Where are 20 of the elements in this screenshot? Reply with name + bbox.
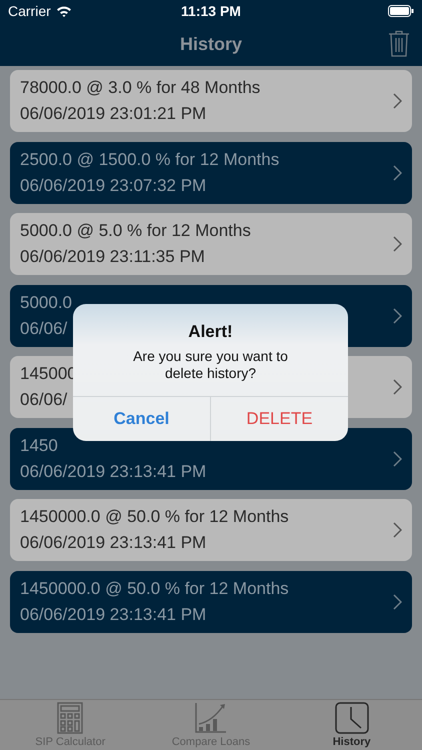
calculation-date: 06/06/2019 23:01:21 PM bbox=[20, 104, 206, 124]
calculation-date: 06/06/ bbox=[20, 318, 68, 338]
calculation-date: 06/06/2019 23:13:41 PM bbox=[20, 533, 206, 553]
calculation-summary: 78000.0 @ 3.0 % for 48 Months bbox=[20, 78, 260, 98]
calculation-summary: 1450 bbox=[20, 436, 58, 456]
calculation-date: 06/06/2019 23:13:41 PM bbox=[20, 604, 206, 624]
calculation-date: 06/06/2019 23:07:32 PM bbox=[20, 176, 206, 196]
screen-title: History bbox=[180, 34, 242, 54]
calculation-date: 06/06/2019 23:13:41 PM bbox=[20, 462, 206, 482]
calculation-summary: 2500.0 @ 1500.0 % for 12 Months bbox=[20, 150, 280, 170]
alert-title: Alert! bbox=[188, 322, 233, 342]
calculation-date: 06/06/ bbox=[20, 390, 68, 410]
calculation-summary: 5000.0 bbox=[20, 292, 72, 312]
calculation-summary: 1450000.0 @ 50.0 % for 12 Months bbox=[20, 578, 289, 598]
calculation-summary: 5000.0 @ 5.0 % for 12 Months bbox=[20, 221, 251, 241]
carrier-label: Carrier bbox=[8, 3, 51, 19]
clock-time: 11:13 PM bbox=[181, 3, 241, 19]
alert-message: Are you sure you want to delete history? bbox=[132, 348, 289, 382]
calculation-summary: 1450000.0 @ 50.0 % for 12 Months bbox=[20, 507, 289, 527]
calculation-date: 06/06/2019 23:11:35 PM bbox=[20, 247, 205, 267]
